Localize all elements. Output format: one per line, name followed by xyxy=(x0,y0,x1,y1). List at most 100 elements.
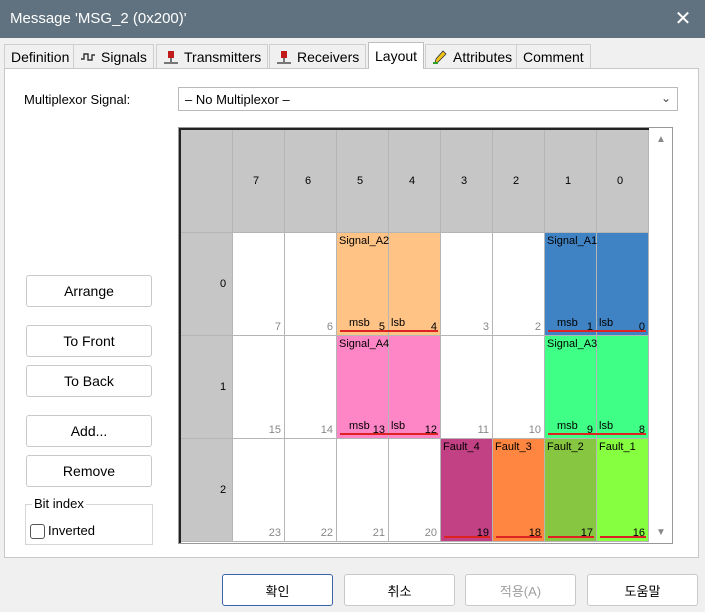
bit-layout-grid: 7 6 5 4 3 2 1 0 0 1 2 7 6 5 Signal_A2 msb 4 lsb 3 2 1 Signal_… xyxy=(178,127,673,544)
vertical-scrollbar[interactable]: ▲ ▼ xyxy=(650,128,672,543)
bit-number: 11 xyxy=(477,424,489,436)
bit-number: 20 xyxy=(424,527,437,539)
bit-header: 4 xyxy=(389,130,441,233)
bit-cell: 3 xyxy=(441,233,493,336)
bit-header: 7 xyxy=(233,130,285,233)
remove-button[interactable]: Remove xyxy=(26,455,152,487)
close-icon[interactable]: ✕ xyxy=(671,7,695,31)
help-button[interactable]: 도움말 xyxy=(587,574,698,606)
bit-number: 7 xyxy=(274,321,281,333)
lsb-marker: lsb xyxy=(391,420,406,432)
bit-cell: 22 xyxy=(285,439,337,542)
receiver-icon xyxy=(277,50,291,64)
bit-header-label: 6 xyxy=(305,175,312,187)
bit-cell: 5 Signal_A2 msb xyxy=(337,233,389,336)
bit-cell: 10 xyxy=(493,336,545,439)
bit-header-label: 5 xyxy=(357,175,364,187)
pencil-icon xyxy=(433,49,447,64)
bit-number: 2 xyxy=(534,321,541,333)
byte-header-label: 0 xyxy=(220,278,227,290)
msb-marker: msb xyxy=(557,420,578,432)
bit-header: 2 xyxy=(493,130,545,233)
signal-span-arrow xyxy=(444,536,490,538)
tab-comment[interactable]: Comment xyxy=(516,44,591,68)
tab-receivers[interactable]: Receivers xyxy=(269,44,367,68)
signal-span-arrow xyxy=(496,536,542,538)
grid-corner xyxy=(181,130,233,233)
tab-transmitters[interactable]: Transmitters xyxy=(156,44,269,68)
msb-marker: msb xyxy=(349,317,370,329)
window-title: Message 'MSG_2 (0x200)' xyxy=(10,10,187,27)
bit-header: 0 xyxy=(597,130,649,233)
tab-label: Signals xyxy=(101,48,147,65)
bit-header: 6 xyxy=(285,130,337,233)
signal-span-arrow xyxy=(340,330,438,332)
tab-signals[interactable]: Signals xyxy=(73,44,154,68)
scroll-down-icon[interactable]: ▼ xyxy=(656,527,666,538)
ok-button[interactable]: 확인 xyxy=(222,574,333,606)
byte-header-label: 1 xyxy=(220,381,227,393)
bit-number: 3 xyxy=(482,321,489,333)
tab-label: Attributes xyxy=(453,48,513,65)
bit-header-label: 4 xyxy=(409,175,416,187)
signal-name: Fault_2 xyxy=(547,441,584,453)
bit-header-label: 1 xyxy=(565,175,572,187)
bit-cell: 0 lsb xyxy=(597,233,649,336)
bit-cell: 13 Signal_A4 msb xyxy=(337,336,389,439)
signal-span-arrow xyxy=(600,536,646,538)
tab-label: Receivers xyxy=(297,48,360,65)
scroll-up-icon[interactable]: ▲ xyxy=(656,134,666,145)
bit-number: 14 xyxy=(320,424,333,436)
multiplexor-label: Multiplexor Signal: xyxy=(24,92,131,107)
add-button[interactable]: Add... xyxy=(26,415,152,447)
bit-cell: 14 xyxy=(285,336,337,439)
signal-name: Fault_4 xyxy=(443,441,480,453)
bit-cell: 1 Signal_A1 msb xyxy=(545,233,597,336)
bit-cell: 23 xyxy=(233,439,285,542)
tab-label: Definition xyxy=(11,48,70,65)
tab-layout[interactable]: Layout xyxy=(368,42,425,69)
cancel-button[interactable]: 취소 xyxy=(344,574,455,606)
signal-name: Signal_A1 xyxy=(547,235,598,247)
bit-cell: 21 xyxy=(337,439,389,542)
bit-cell: 20 xyxy=(389,439,441,542)
bit-cell: 4 lsb xyxy=(389,233,441,336)
signal-name: Signal_A3 xyxy=(547,338,598,350)
bit-header-label: 3 xyxy=(461,175,468,187)
grid-body: 7 6 5 4 3 2 1 0 0 1 2 7 6 5 Signal_A2 msb 4 lsb 3 2 1 Signal_… xyxy=(179,128,649,543)
arrange-button[interactable]: Arrange xyxy=(26,275,152,307)
bit-number: 22 xyxy=(320,527,333,539)
multiplexor-value: – No Multiplexor – xyxy=(185,92,290,107)
bit-cell: 17 Fault_2 xyxy=(545,439,597,542)
byte-header: 0 xyxy=(181,233,233,336)
signal-span-arrow xyxy=(548,433,646,435)
lsb-marker: lsb xyxy=(599,317,614,329)
tab-label: Layout xyxy=(375,48,418,64)
tab-label: Transmitters xyxy=(184,48,262,65)
bit-header: 3 xyxy=(441,130,493,233)
bit-cell: 19 Fault_4 xyxy=(441,439,493,542)
transmitter-icon xyxy=(164,50,178,64)
bit-cell: 8 lsb xyxy=(597,336,649,439)
inverted-label: Inverted xyxy=(48,523,95,538)
bit-cell: 12 lsb xyxy=(389,336,441,439)
to-front-button[interactable]: To Front xyxy=(26,325,152,357)
bit-number: 15 xyxy=(268,424,281,436)
bit-cell: 6 xyxy=(285,233,337,336)
apply-button[interactable]: 적용(A) xyxy=(465,574,576,606)
bit-header-label: 7 xyxy=(253,175,260,187)
byte-header-label: 2 xyxy=(220,484,227,496)
msb-marker: msb xyxy=(349,420,370,432)
inverted-checkbox[interactable] xyxy=(30,524,45,539)
bit-cell: 7 xyxy=(233,233,285,336)
bit-cell: 15 xyxy=(233,336,285,439)
multiplexor-select[interactable]: – No Multiplexor – ⌄ xyxy=(178,87,678,111)
bit-number: 21 xyxy=(372,527,385,539)
byte-header: 2 xyxy=(181,439,233,542)
signal-span-arrow xyxy=(548,330,646,332)
tab-attributes[interactable]: Attributes xyxy=(425,44,520,68)
tab-definition[interactable]: Definition xyxy=(4,44,77,68)
tab-label: Comment xyxy=(523,48,584,65)
to-back-button[interactable]: To Back xyxy=(26,365,152,397)
bit-header-label: 2 xyxy=(513,175,520,187)
